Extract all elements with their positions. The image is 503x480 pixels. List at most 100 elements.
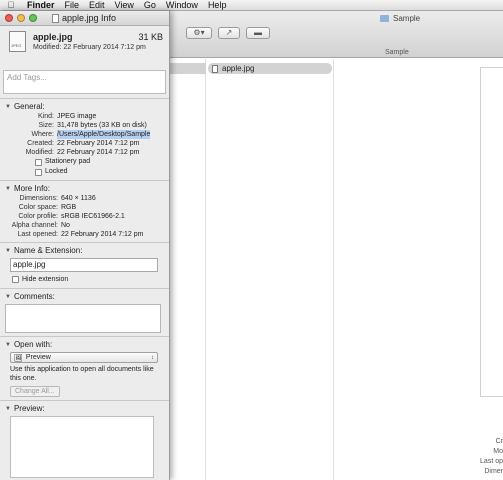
where-value[interactable]: /Users/Apple/Desktop/Sample	[57, 130, 151, 139]
color-profile-label: Color profile:	[18, 213, 58, 220]
preview-section: ▼ Preview:	[0, 400, 169, 480]
info-window-title: apple.jpg Info	[52, 13, 116, 23]
path-label: Sample	[385, 49, 409, 56]
file-size: 31 KB	[138, 32, 163, 42]
open-with-note: Use this application to open all documen…	[10, 366, 154, 382]
where-row: Where:/Users/Apple/Desktop/Sample	[5, 130, 164, 139]
more-info-section: ▼ More Info: Dimensions: 640 × 1136 Color…	[0, 180, 169, 242]
tags-field[interactable]: Add Tags...	[3, 70, 166, 94]
comments-disclosure[interactable]: ▼ Comments:	[5, 291, 164, 302]
kind-label: Kind:	[38, 113, 54, 120]
file-row-label: apple.jpg	[222, 64, 255, 73]
disclosure-triangle-icon: ▼	[5, 247, 11, 254]
comments-textarea[interactable]	[5, 304, 161, 333]
preview-info-last-opened: Last op	[480, 458, 503, 465]
where-label: Where:	[31, 131, 54, 138]
stationery-checkbox-box[interactable]	[35, 158, 42, 166]
preview-info-created: Cr	[495, 438, 503, 445]
preview-info: Cr Mo Last op Dimer	[480, 437, 503, 477]
general-disclosure[interactable]: ▼ General:	[5, 101, 164, 112]
image-file-icon	[212, 64, 218, 73]
menu-edit[interactable]: Edit	[84, 0, 110, 11]
kind-value: JPEG image	[57, 113, 97, 120]
file-name-field[interactable]: apple.jpg	[10, 258, 158, 272]
disclosure-triangle-icon: ▼	[5, 341, 11, 348]
preview-app-icon: 🖼	[14, 354, 23, 362]
locked-checkbox-box[interactable]	[35, 168, 42, 176]
modified-row: Modified: 22 February 2014 7:12 pm	[5, 148, 164, 157]
apple-menu-icon[interactable]: 	[0, 0, 22, 11]
icon-tag: JPEG	[11, 43, 22, 48]
menu-finder[interactable]: Finder	[22, 0, 60, 11]
created-row: Created: 22 February 2014 7:12 pm	[5, 139, 164, 148]
locked-label: Locked	[45, 168, 68, 175]
created-value: 22 February 2014 7:12 pm	[57, 140, 140, 147]
alpha-channel-label: Alpha channel:	[11, 222, 58, 229]
name-extension-disclosure[interactable]: ▼ Name & Extension:	[5, 245, 164, 256]
more-info-heading: More Info:	[13, 184, 50, 193]
general-section: ▼ General: Kind: JPEG image Size: 31,478 b…	[0, 98, 169, 180]
kind-row: Kind: JPEG image	[5, 112, 164, 121]
close-button[interactable]	[5, 14, 13, 22]
tag-icon: ▬	[254, 28, 262, 37]
open-with-select[interactable]: 🖼 Preview ↕	[10, 352, 158, 363]
browser-column-2[interactable]: apple.jpg	[206, 59, 334, 480]
last-opened-row: Last opened: 22 February 2014 7:12 pm	[5, 230, 164, 239]
file-modified: Modified: 22 February 2014 7:12 pm	[33, 44, 146, 51]
preview-info-dimensions: Dimer	[484, 468, 503, 475]
open-with-app-label: Preview	[25, 354, 51, 361]
stationery-label: Stationery pad	[45, 158, 91, 165]
dimensions-row: Dimensions: 640 × 1136	[5, 194, 164, 203]
menu-bar:  Finder File Edit View Go Window Help	[0, 0, 503, 11]
hide-extension-label: Hide extension	[22, 276, 69, 283]
browser-column-1[interactable]	[170, 59, 206, 480]
color-profile-row: Color profile: sRGB IEC61966-2.1	[5, 212, 164, 221]
document-icon	[52, 13, 59, 23]
share-button[interactable]: ↗	[218, 27, 240, 39]
disclosure-triangle-icon: ▼	[5, 293, 11, 300]
gear-icon: ⚙▾	[193, 28, 205, 37]
hide-extension-checkbox-box[interactable]	[12, 276, 19, 283]
folder-icon	[380, 15, 389, 22]
menu-window[interactable]: Window	[161, 0, 203, 11]
menu-go[interactable]: Go	[139, 0, 161, 11]
name-extension-heading: Name & Extension:	[13, 246, 83, 255]
color-space-value: RGB	[61, 204, 77, 211]
disclosure-triangle-icon: ▼	[5, 103, 11, 110]
minimize-button[interactable]	[17, 14, 25, 22]
info-window: apple.jpg Info JPEG apple.jpg 31 KB Modi…	[0, 11, 170, 480]
zoom-button[interactable]	[29, 14, 37, 22]
file-preview-thumbnail	[480, 67, 503, 397]
preview-column: Cr Mo Last op Dimer	[334, 59, 503, 480]
size-value: 31,478 bytes (33 KB on disk)	[57, 122, 147, 129]
select-arrows-icon: ↕	[151, 354, 154, 361]
modified-value: 22 February 2014 7:12 pm	[57, 149, 140, 156]
menu-file[interactable]: File	[60, 0, 85, 11]
size-row: Size: 31,478 bytes (33 KB on disk)	[5, 121, 164, 130]
menu-view[interactable]: View	[110, 0, 139, 11]
general-heading: General:	[13, 102, 45, 111]
action-gear-button[interactable]: ⚙▾	[186, 27, 212, 39]
alpha-channel-value: No	[61, 222, 70, 229]
jpeg-file-icon: JPEG	[9, 31, 26, 52]
info-title-text: apple.jpg Info	[62, 13, 117, 23]
open-with-heading: Open with:	[13, 340, 53, 349]
last-opened-value: 22 February 2014 7:12 pm	[61, 231, 144, 238]
stationery-pad-checkbox[interactable]: Stationery pad	[35, 157, 164, 167]
file-header: JPEG apple.jpg 31 KB Modified: 22 Februa…	[0, 26, 169, 68]
open-with-disclosure[interactable]: ▼ Open with:	[5, 339, 164, 350]
size-label: Size:	[38, 122, 54, 129]
dimensions-value: 640 × 1136	[61, 195, 96, 202]
hide-extension-checkbox[interactable]: Hide extension	[12, 274, 164, 285]
info-titlebar[interactable]: apple.jpg Info	[0, 11, 169, 26]
file-row-selected[interactable]: apple.jpg	[208, 63, 332, 74]
menu-help[interactable]: Help	[203, 0, 232, 11]
modified-label: Modified:	[25, 149, 54, 156]
tags-button[interactable]: ▬	[246, 27, 270, 39]
more-info-disclosure[interactable]: ▼ More Info:	[5, 183, 164, 194]
preview-disclosure[interactable]: ▼ Preview:	[5, 403, 164, 414]
dimensions-label: Dimensions:	[19, 195, 58, 202]
locked-checkbox[interactable]: Locked	[35, 167, 164, 177]
open-with-section: ▼ Open with: 🖼 Preview ↕ Use this applic…	[0, 336, 169, 400]
change-all-button[interactable]: Change All...	[10, 386, 60, 397]
